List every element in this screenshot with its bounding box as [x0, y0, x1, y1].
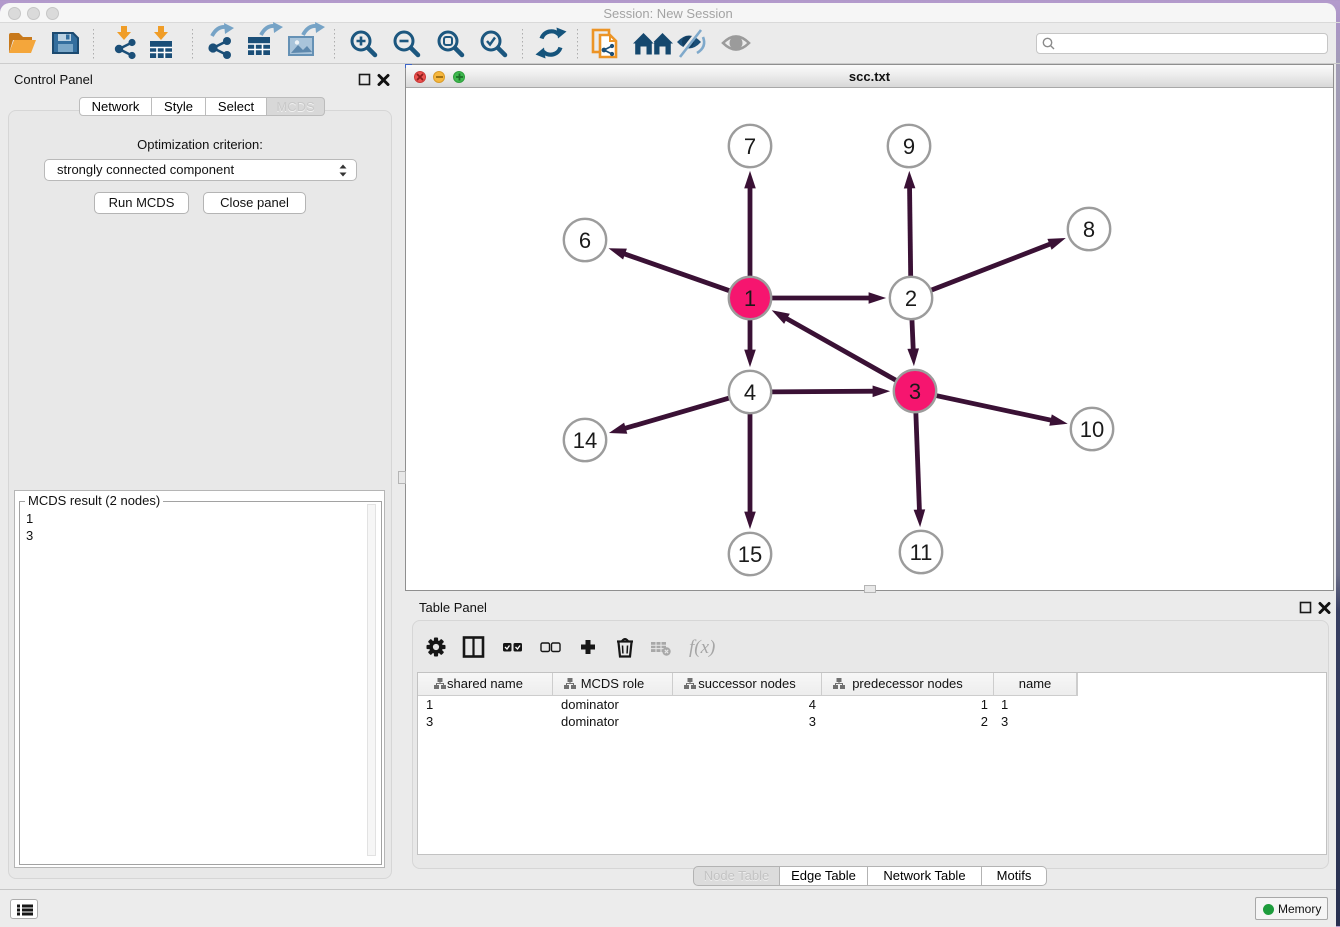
- svg-text:10: 10: [1080, 417, 1104, 442]
- svg-text:4: 4: [744, 380, 756, 405]
- svg-text:15: 15: [738, 542, 762, 567]
- svg-text:7: 7: [744, 134, 756, 159]
- svg-text:11: 11: [910, 540, 933, 565]
- svg-text:6: 6: [579, 228, 591, 253]
- svg-text:8: 8: [1083, 217, 1095, 242]
- svg-text:3: 3: [909, 379, 921, 404]
- svg-text:1: 1: [744, 286, 756, 311]
- svg-text:2: 2: [905, 286, 917, 311]
- svg-text:9: 9: [903, 134, 915, 159]
- svg-text:f(x): f(x): [689, 637, 715, 658]
- svg-text:14: 14: [573, 428, 597, 453]
